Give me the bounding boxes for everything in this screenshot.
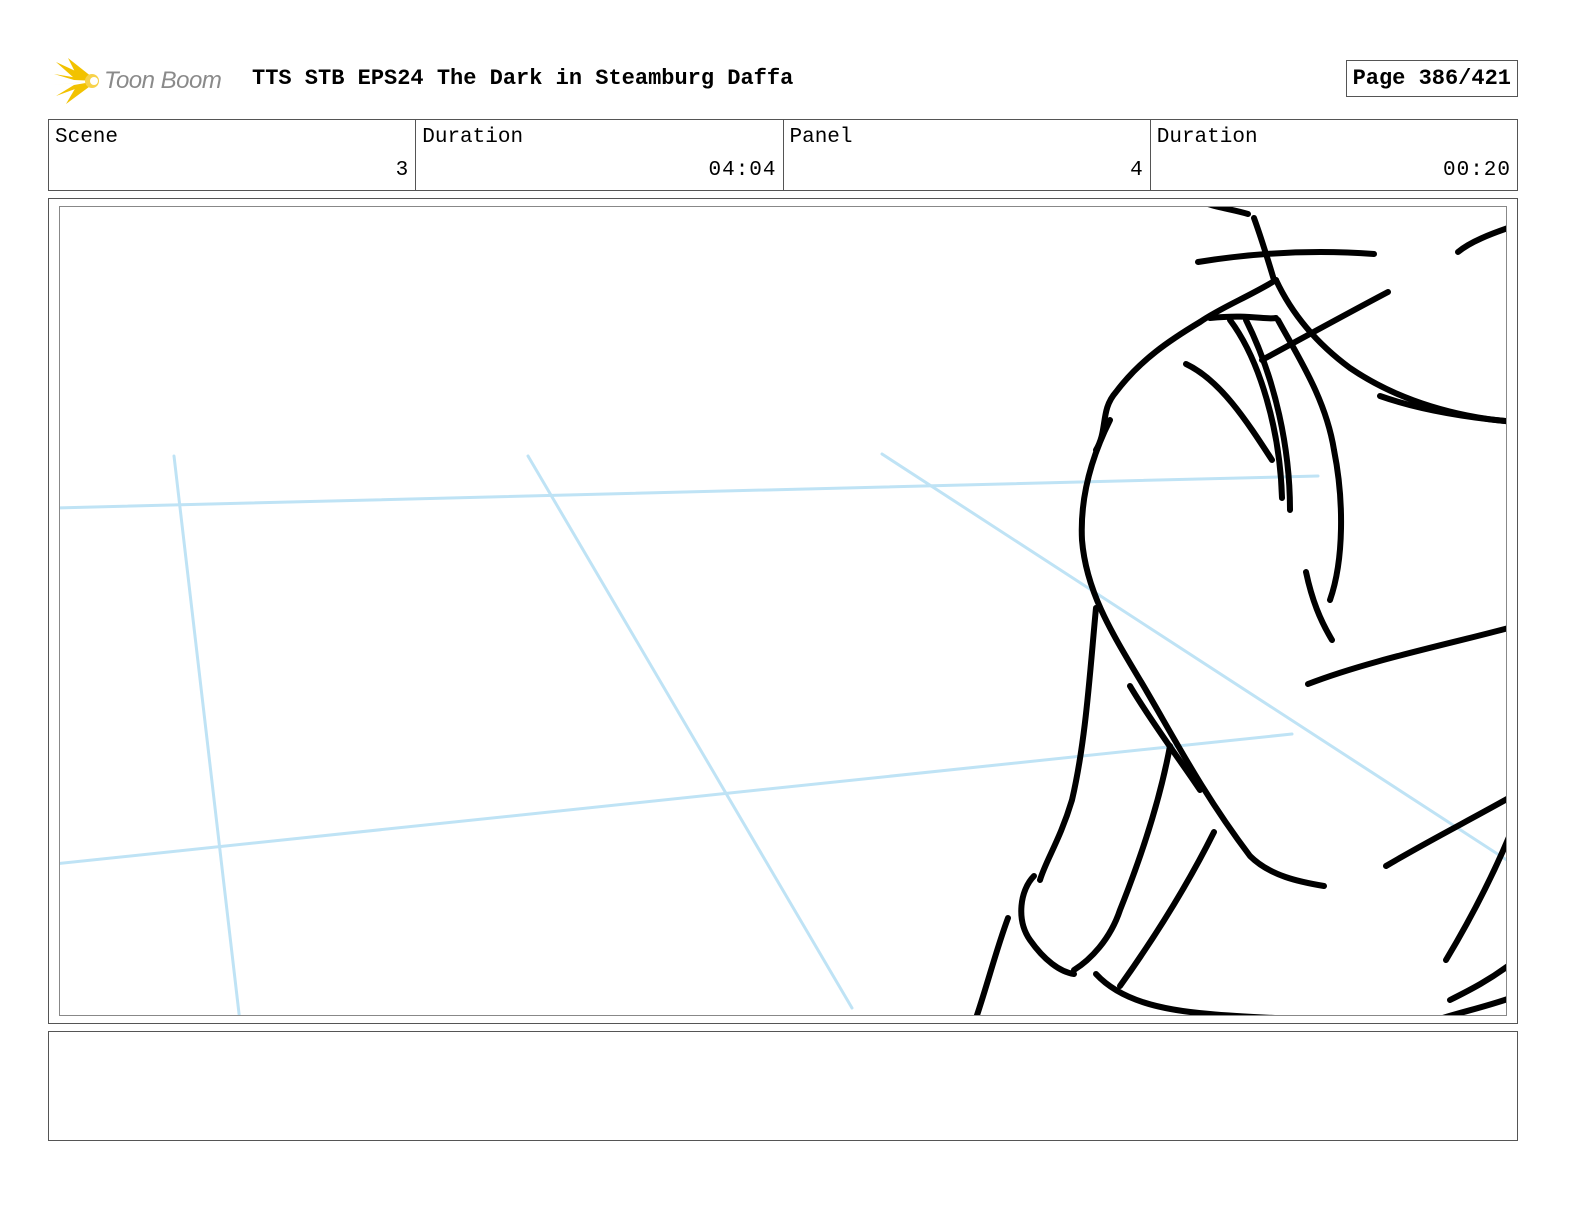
scene-duration-label: Duration: [422, 126, 524, 149]
logo-text: Toon Boom: [104, 67, 222, 94]
sketch-stroke: [973, 915, 1011, 1015]
scene-cell: Scene 3: [49, 120, 417, 190]
sketch-stroke: [1207, 207, 1251, 217]
sketch-stroke: [1018, 873, 1077, 977]
guide-line: [60, 474, 1320, 510]
sketch-stroke: [1305, 625, 1506, 687]
sketch-stroke: [1195, 249, 1377, 265]
panel-label: Panel: [789, 126, 853, 149]
panel-cell: Panel 4: [784, 120, 1151, 190]
scene-label: Scene: [55, 126, 119, 149]
character-sketch: [973, 207, 1506, 1015]
sketch-stroke: [1117, 829, 1217, 989]
toon-boom-logo: Toon Boom: [52, 56, 242, 106]
panel-value: 4: [1130, 159, 1144, 182]
panel-duration-label: Duration: [1156, 126, 1258, 149]
storyboard-panel-frame: [48, 198, 1518, 1024]
sketch-stroke: [1251, 215, 1277, 283]
sketch-stroke: [1207, 313, 1279, 322]
panel-notes-box: [48, 1031, 1518, 1141]
storyboard-header: Toon Boom TTS STB EPS24 The Dark in Stea…: [48, 56, 1520, 106]
page-number: Page 386/421: [1345, 60, 1518, 97]
sketch-stroke: [1447, 963, 1506, 1003]
panel-duration-value: 00:20: [1442, 159, 1511, 182]
panel-duration-cell: Duration 00:20: [1151, 120, 1517, 190]
sketch-stroke: [1383, 796, 1506, 869]
storyboard-panel-image: [59, 206, 1507, 1016]
scene-duration-cell: Duration 04:04: [416, 120, 784, 190]
guide-line: [60, 732, 1294, 865]
sketch-stroke: [1037, 605, 1099, 883]
sketch-stroke: [1455, 225, 1506, 255]
scene-duration-value: 04:04: [708, 159, 777, 182]
panel-info-row: Scene 3 Duration 04:04 Panel 4 Duration …: [48, 119, 1518, 191]
scene-value: 3: [395, 159, 410, 182]
sketch-stroke: [1303, 569, 1335, 643]
sketch-drawing: [60, 207, 1506, 1015]
sketch-stroke: [1442, 996, 1506, 1015]
guide-line: [526, 454, 854, 1010]
sketch-stroke: [1093, 971, 1276, 1015]
perspective-guide-lines: [60, 452, 1506, 1015]
guide-line: [172, 454, 241, 1015]
guide-line: [880, 452, 1506, 862]
starburst-icon: [52, 58, 99, 104]
document-title: TTS STB EPS24 The Dark in Steamburg Daff…: [252, 66, 794, 91]
